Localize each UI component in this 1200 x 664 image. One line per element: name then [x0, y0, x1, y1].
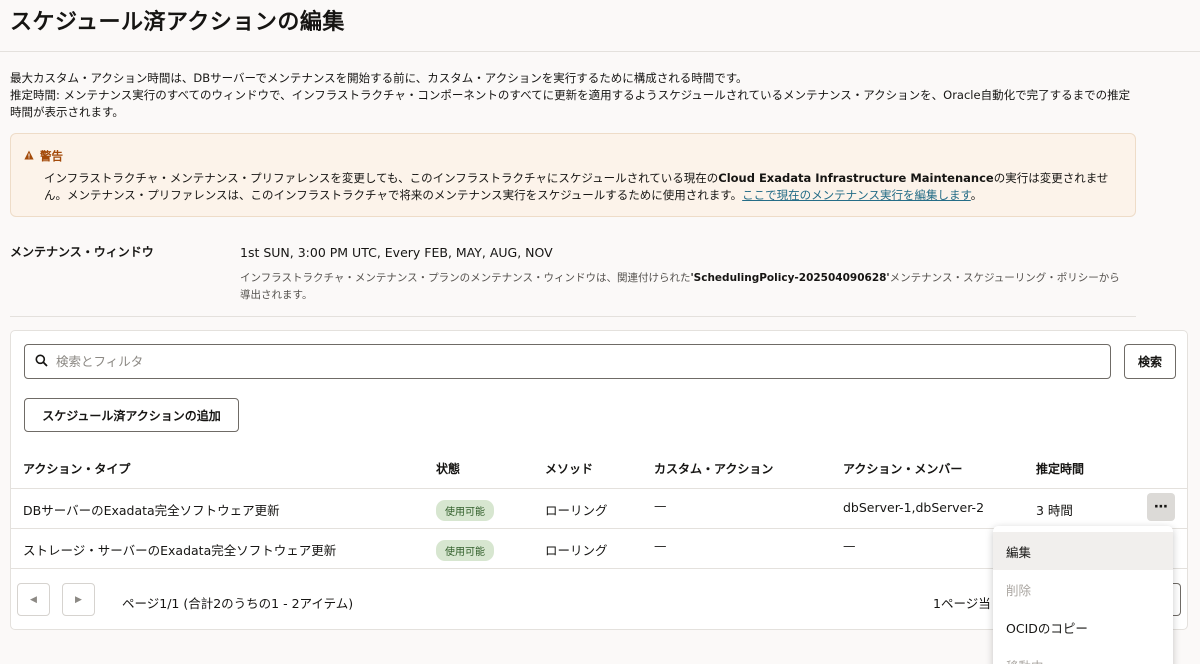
mw-note-policy: 'SchedulingPolicy-202504090628' [690, 272, 890, 284]
maintenance-window-value: 1st SUN, 3:00 PM UTC, Every FEB, MAY, AU… [240, 245, 553, 260]
column-header-custom-action: カスタム・アクション [654, 462, 774, 476]
add-scheduled-action-button[interactable]: スケジュール済アクションの追加 [24, 398, 239, 432]
description: 最大カスタム・アクション時間は、DBサーバーでメンテナンスを開始する前に、カスタ… [10, 70, 1140, 121]
menu-item-edit[interactable]: 編集 [993, 532, 1173, 570]
cell-action-type: ストレージ・サーバーのExadata完全ソフトウェア更新 [23, 543, 337, 558]
menu-item-moving: 移動中 [993, 646, 1173, 664]
maintenance-window-label: メンテナンス・ウィンドウ [10, 245, 154, 259]
mw-note-before: インフラストラクチャ・メンテナンス・プランのメンテナンス・ウィンドウは、関連付け… [240, 272, 691, 284]
cell-custom-action: — [654, 498, 667, 513]
next-page-button[interactable]: ▶ [62, 583, 95, 616]
status-badge: 使用可能 [436, 500, 494, 521]
column-header-estimated-time: 推定時間 [1036, 462, 1085, 476]
column-header-action-members: アクション・メンバー [843, 462, 963, 476]
column-header-action-type: アクション・タイプ [23, 462, 131, 476]
cell-method: ローリング [545, 503, 608, 518]
cell-method: ローリング [545, 543, 608, 558]
row-actions-menu: 編集 削除 OCIDのコピー 移動中 [993, 526, 1173, 664]
pagination-summary: ページ1/1 (合計2のうちの1 - 2アイテム) [122, 596, 354, 611]
cell-action-type: DBサーバーのExadata完全ソフトウェア更新 [23, 503, 280, 518]
per-page-label: 1ページ当 [933, 596, 991, 611]
cell-action-members: — [843, 538, 856, 553]
title-divider [0, 51, 1200, 52]
section-divider [10, 316, 1136, 317]
cell-custom-action: — [654, 538, 667, 553]
warning-icon [24, 149, 34, 163]
warning-header: 警告 [24, 148, 1121, 164]
search-button[interactable]: 検索 [1124, 344, 1176, 379]
cell-estimated-time: 3 時間 [1036, 503, 1073, 518]
menu-item-delete: 削除 [1006, 582, 1032, 598]
header-divider [11, 488, 1187, 489]
row-actions-kebab-icon[interactable]: ⋯ [1147, 493, 1175, 521]
edit-current-maintenance-link[interactable]: ここで現在のメンテナンス実行を編集します [742, 188, 971, 202]
warning-period: 。 [970, 188, 983, 202]
previous-page-button[interactable]: ◀ [17, 583, 50, 616]
column-header-status: 状態 [436, 462, 461, 476]
description-line-2: 推定時間: メンテナンス実行のすべてのウィンドウで、インフラストラクチャ・コンポ… [10, 88, 1131, 119]
search-icon [35, 352, 48, 371]
warning-banner: 警告 インフラストラクチャ・メンテナンス・プリファレンスを変更しても、このインフ… [10, 133, 1136, 217]
warning-text-before: インフラストラクチャ・メンテナンス・プリファレンスを変更しても、このインフラスト… [44, 171, 719, 185]
cell-action-members: dbServer-1,dbServer-2 [843, 500, 985, 515]
description-line-1: 最大カスタム・アクション時間は、DBサーバーでメンテナンスを開始する前に、カスタ… [10, 71, 748, 85]
maintenance-window-note: インフラストラクチャ・メンテナンス・プランのメンテナンス・ウィンドウは、関連付け… [240, 270, 1130, 304]
menu-item-copy-ocid[interactable]: OCIDのコピー [993, 608, 1173, 646]
status-badge: 使用可能 [436, 540, 494, 561]
search-box[interactable] [24, 344, 1111, 379]
page-title: スケジュール済アクションの編集 [10, 10, 345, 35]
search-input[interactable] [56, 354, 1110, 369]
column-header-method: メソッド [545, 462, 594, 476]
warning-title: 警告 [40, 149, 63, 163]
warning-text-bold: Cloud Exadata Infrastructure Maintenance [718, 171, 994, 185]
warning-text: インフラストラクチャ・メンテナンス・プリファレンスを変更しても、このインフラスト… [44, 170, 1121, 204]
